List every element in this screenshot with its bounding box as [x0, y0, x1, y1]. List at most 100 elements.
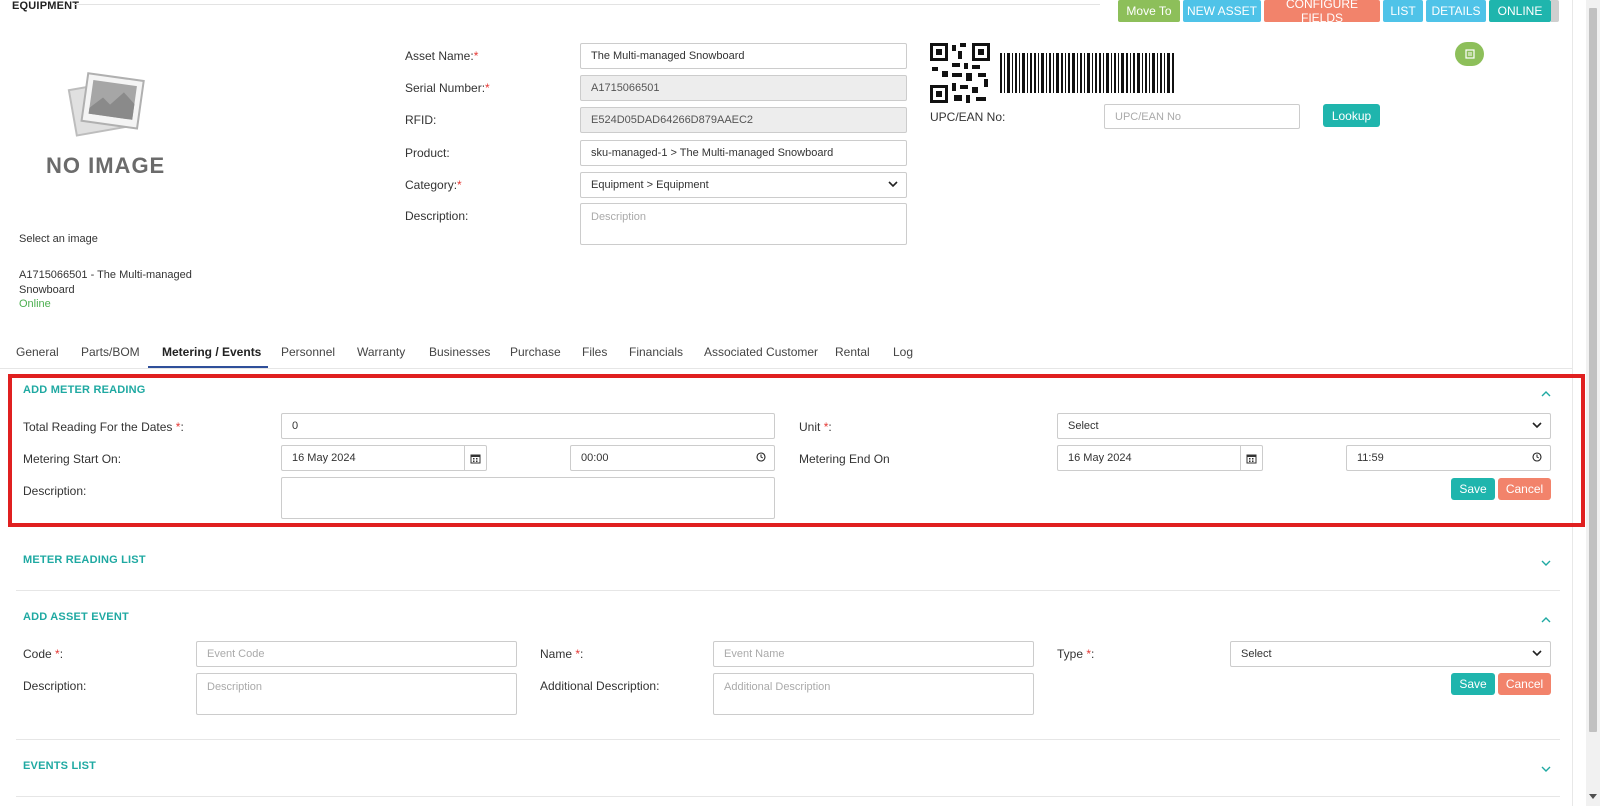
product-input[interactable]: sku-managed-1 > The Multi-managed Snowbo…: [580, 140, 907, 166]
tab-general[interactable]: General: [16, 345, 59, 359]
scrollbar-thumb[interactable]: [1589, 8, 1597, 732]
category-value: Equipment > Equipment: [591, 179, 709, 191]
tab-warranty[interactable]: Warranty: [357, 345, 405, 359]
online-toggle-handle[interactable]: [1551, 0, 1559, 22]
metering-start-time-input[interactable]: 00:00: [570, 445, 775, 471]
no-image-text: NO IMAGE: [46, 153, 166, 178]
metering-end-date-input[interactable]: 16 May 2024: [1057, 445, 1263, 471]
no-image-icon: [66, 70, 146, 140]
scroll-down-arrow-icon[interactable]: [1589, 794, 1597, 799]
metering-end-time-value: 11:59: [1357, 452, 1384, 464]
new-asset-button[interactable]: NEW ASSET: [1183, 0, 1261, 22]
chevron-up-icon[interactable]: [1540, 614, 1552, 626]
unit-value: Select: [1068, 420, 1099, 432]
event-type-label: Type *:: [1057, 647, 1095, 661]
additional-description-label: Additional Description:: [540, 679, 660, 693]
asset-status: Online: [19, 298, 51, 310]
event-type-select[interactable]: Select: [1230, 641, 1551, 667]
additional-description-textarea[interactable]: Additional Description: [713, 673, 1034, 715]
metering-end-time-input[interactable]: 11:59: [1346, 445, 1551, 471]
configure-fields-button[interactable]: CONFIGURE FIELDS: [1264, 0, 1380, 25]
meter-save-button[interactable]: Save: [1451, 478, 1495, 500]
lookup-button[interactable]: Lookup: [1323, 104, 1380, 127]
event-description-textarea[interactable]: Description: [196, 673, 517, 715]
calendar-icon[interactable]: [1240, 446, 1262, 470]
description-textarea[interactable]: Description: [580, 203, 907, 245]
metering-start-date-input[interactable]: 16 May 2024: [281, 445, 487, 471]
tab-financials[interactable]: Financials: [629, 345, 683, 359]
print-label-button[interactable]: [1455, 42, 1484, 66]
event-name-label: Name *:: [540, 647, 584, 661]
meter-description-textarea[interactable]: [281, 477, 775, 519]
total-reading-input[interactable]: 0: [281, 413, 775, 439]
meter-cancel-button[interactable]: Cancel: [1498, 478, 1551, 500]
asset-name-input[interactable]: The Multi-managed Snowboard: [580, 43, 907, 69]
category-label: Category:*: [405, 178, 462, 192]
chevron-down-icon: [888, 181, 898, 188]
product-label: Product:: [405, 146, 450, 160]
chevron-up-icon[interactable]: [1540, 388, 1552, 400]
event-description-label: Description:: [23, 679, 87, 693]
barcode-icon: [1000, 53, 1174, 93]
event-name-input[interactable]: Event Name: [713, 641, 1034, 667]
scrollbar-track[interactable]: [1586, 0, 1600, 806]
add-meter-reading-title[interactable]: ADD METER READING: [23, 384, 146, 396]
unit-select[interactable]: Select: [1057, 413, 1551, 439]
serial-number-label: Serial Number:*: [405, 81, 490, 95]
serial-number-input[interactable]: A1715066501: [580, 75, 907, 101]
add-asset-event-title[interactable]: ADD ASSET EVENT: [23, 611, 129, 623]
tab-associated-customer[interactable]: Associated Customer: [704, 345, 818, 359]
upc-label: UPC/EAN No:: [930, 110, 1006, 124]
event-type-value: Select: [1241, 648, 1272, 660]
section-divider: [16, 590, 1560, 591]
tab-log[interactable]: Log: [893, 345, 913, 359]
event-code-label: Code *:: [23, 647, 64, 661]
tab-parts-bom[interactable]: Parts/BOM: [81, 345, 140, 359]
rfid-input[interactable]: E524D05DAD64266D879AAEC2: [580, 107, 907, 133]
category-select[interactable]: Equipment > Equipment: [580, 172, 907, 198]
chevron-down-icon: [1532, 650, 1542, 657]
tab-rental[interactable]: Rental: [835, 345, 870, 359]
event-cancel-button[interactable]: Cancel: [1498, 673, 1551, 695]
metering-start-time-value: 00:00: [581, 452, 609, 464]
tab-purchase[interactable]: Purchase: [510, 345, 561, 359]
asset-caption: A1715066501 - The Multi-managed Snowboar…: [19, 269, 192, 296]
events-list-title[interactable]: EVENTS LIST: [23, 760, 96, 772]
description-label: Description:: [405, 209, 469, 223]
meter-reading-list-title[interactable]: METER READING LIST: [23, 554, 146, 566]
document-icon: [1464, 49, 1475, 59]
clock-icon[interactable]: [756, 452, 766, 462]
total-reading-label: Total Reading For the Dates *:: [23, 420, 184, 434]
metering-start-date-value: 16 May 2024: [292, 452, 356, 464]
tab-businesses[interactable]: Businesses: [429, 345, 490, 359]
asset-name-label: Asset Name:*: [405, 49, 479, 63]
section-divider: [16, 796, 1560, 797]
metering-start-label: Metering Start On:: [23, 452, 122, 466]
tab-files[interactable]: Files: [582, 345, 607, 359]
metering-end-label: Metering End On: [799, 452, 890, 466]
tab-divider: [0, 368, 1572, 369]
calendar-icon[interactable]: [464, 446, 486, 470]
tab-metering-events[interactable]: Metering / Events: [162, 345, 261, 359]
metering-end-date-value: 16 May 2024: [1068, 452, 1132, 464]
qr-code-icon: [930, 43, 990, 103]
event-code-input[interactable]: Event Code: [196, 641, 517, 667]
page-title: EQUIPMENT: [12, 0, 80, 12]
header-divider: [75, 4, 1100, 5]
clock-icon[interactable]: [1532, 452, 1542, 462]
meter-description-label: Description:: [23, 484, 87, 498]
unit-label: Unit *:: [799, 420, 832, 434]
chevron-down-icon[interactable]: [1540, 557, 1552, 569]
select-image-link[interactable]: Select an image: [19, 233, 98, 245]
tab-personnel[interactable]: Personnel: [281, 345, 335, 359]
rfid-label: RFID:: [405, 113, 437, 127]
move-to-button[interactable]: Move To: [1118, 0, 1180, 22]
list-button[interactable]: LIST: [1383, 0, 1423, 22]
chevron-down-icon[interactable]: [1540, 763, 1552, 775]
details-button[interactable]: DETAILS: [1426, 0, 1486, 22]
chevron-down-icon: [1532, 422, 1542, 429]
event-save-button[interactable]: Save: [1451, 673, 1495, 695]
online-button[interactable]: ONLINE: [1489, 0, 1551, 22]
upc-input[interactable]: UPC/EAN No: [1104, 104, 1300, 129]
section-divider: [16, 739, 1560, 740]
